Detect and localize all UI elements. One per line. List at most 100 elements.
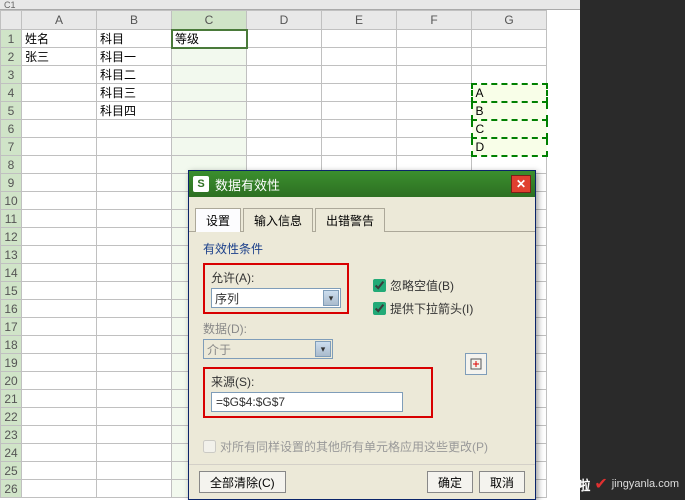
row-header[interactable]: 23 (1, 426, 22, 444)
row-header[interactable]: 8 (1, 156, 22, 174)
cell[interactable]: 科目三 (97, 84, 172, 102)
cell[interactable] (97, 246, 172, 264)
row-header[interactable]: 26 (1, 480, 22, 498)
row-header[interactable]: 6 (1, 120, 22, 138)
cell-marching[interactable]: B (472, 102, 547, 120)
cell[interactable] (322, 48, 397, 66)
cell[interactable] (247, 138, 322, 156)
row-header[interactable]: 4 (1, 84, 22, 102)
row-header[interactable]: 10 (1, 192, 22, 210)
cell[interactable] (172, 66, 247, 84)
col-header-a[interactable]: A (22, 11, 97, 30)
cell[interactable] (322, 30, 397, 48)
cell[interactable]: 科目四 (97, 102, 172, 120)
cell[interactable] (397, 84, 472, 102)
row-header[interactable]: 25 (1, 462, 22, 480)
col-header-e[interactable]: E (322, 11, 397, 30)
cell[interactable] (472, 66, 547, 84)
select-all-corner[interactable] (1, 11, 22, 30)
cell[interactable] (247, 48, 322, 66)
cell[interactable] (172, 120, 247, 138)
ignore-blank-input[interactable] (373, 279, 386, 292)
tab-settings[interactable]: 设置 (195, 208, 241, 232)
cell[interactable] (172, 102, 247, 120)
cell[interactable] (247, 84, 322, 102)
cell[interactable] (97, 282, 172, 300)
row-header[interactable]: 2 (1, 48, 22, 66)
row-header[interactable]: 17 (1, 318, 22, 336)
cell[interactable] (322, 66, 397, 84)
cell[interactable]: 张三 (22, 48, 97, 66)
row-header[interactable]: 5 (1, 102, 22, 120)
cell[interactable] (97, 156, 172, 174)
cell[interactable] (22, 408, 97, 426)
cell[interactable]: 姓名 (22, 30, 97, 48)
cell[interactable] (97, 264, 172, 282)
tab-input-message[interactable]: 输入信息 (243, 208, 313, 232)
row-header[interactable]: 1 (1, 30, 22, 48)
row-header[interactable]: 19 (1, 354, 22, 372)
tab-error-alert[interactable]: 出错警告 (315, 208, 385, 232)
cell-marching[interactable]: A (472, 84, 547, 102)
ok-button[interactable]: 确定 (427, 471, 473, 493)
cell[interactable] (97, 462, 172, 480)
cell[interactable] (322, 120, 397, 138)
cell[interactable] (97, 390, 172, 408)
cell[interactable] (22, 156, 97, 174)
cell[interactable] (97, 120, 172, 138)
col-header-f[interactable]: F (397, 11, 472, 30)
cell[interactable] (172, 84, 247, 102)
cell[interactable] (22, 246, 97, 264)
cell[interactable] (22, 300, 97, 318)
source-input[interactable]: =$G$4:$G$7 (211, 392, 403, 412)
cell[interactable] (397, 138, 472, 156)
cell[interactable] (322, 138, 397, 156)
row-header[interactable]: 21 (1, 390, 22, 408)
cell[interactable] (22, 228, 97, 246)
row-header[interactable]: 16 (1, 300, 22, 318)
cell[interactable]: 科目二 (97, 66, 172, 84)
cell[interactable]: 科目一 (97, 48, 172, 66)
cell[interactable] (472, 30, 547, 48)
cell[interactable] (22, 84, 97, 102)
cell[interactable] (22, 354, 97, 372)
cell[interactable] (97, 426, 172, 444)
cell[interactable] (397, 102, 472, 120)
dialog-titlebar[interactable]: S 数据有效性 ✕ (189, 171, 535, 197)
cell[interactable] (97, 192, 172, 210)
cell[interactable] (247, 102, 322, 120)
cell[interactable] (97, 318, 172, 336)
ignore-blank-checkbox[interactable]: 忽略空值(B) (373, 277, 521, 294)
cell[interactable] (22, 102, 97, 120)
row-header[interactable]: 24 (1, 444, 22, 462)
row-header[interactable]: 13 (1, 246, 22, 264)
cell[interactable]: 科目 (97, 30, 172, 48)
row-header[interactable]: 3 (1, 66, 22, 84)
cell[interactable] (97, 300, 172, 318)
cell[interactable] (397, 66, 472, 84)
allow-combo[interactable]: 序列 ▾ (211, 288, 341, 308)
cell[interactable] (22, 210, 97, 228)
cell-marching[interactable]: C (472, 120, 547, 138)
cell[interactable] (322, 102, 397, 120)
cell[interactable] (97, 336, 172, 354)
cell[interactable] (397, 120, 472, 138)
cell[interactable] (22, 66, 97, 84)
row-header[interactable]: 14 (1, 264, 22, 282)
name-box[interactable]: C1 (0, 0, 580, 10)
row-header[interactable]: 22 (1, 408, 22, 426)
row-header[interactable]: 12 (1, 228, 22, 246)
cell[interactable] (472, 48, 547, 66)
row-header[interactable]: 18 (1, 336, 22, 354)
col-header-d[interactable]: D (247, 11, 322, 30)
cell[interactable] (22, 120, 97, 138)
cell[interactable] (22, 192, 97, 210)
cell[interactable] (247, 30, 322, 48)
cell[interactable] (397, 48, 472, 66)
cell[interactable] (97, 480, 172, 498)
cell[interactable] (22, 318, 97, 336)
range-picker-button[interactable] (465, 353, 487, 375)
cell[interactable] (97, 210, 172, 228)
cell-marching[interactable]: D (472, 138, 547, 156)
cell[interactable] (322, 84, 397, 102)
